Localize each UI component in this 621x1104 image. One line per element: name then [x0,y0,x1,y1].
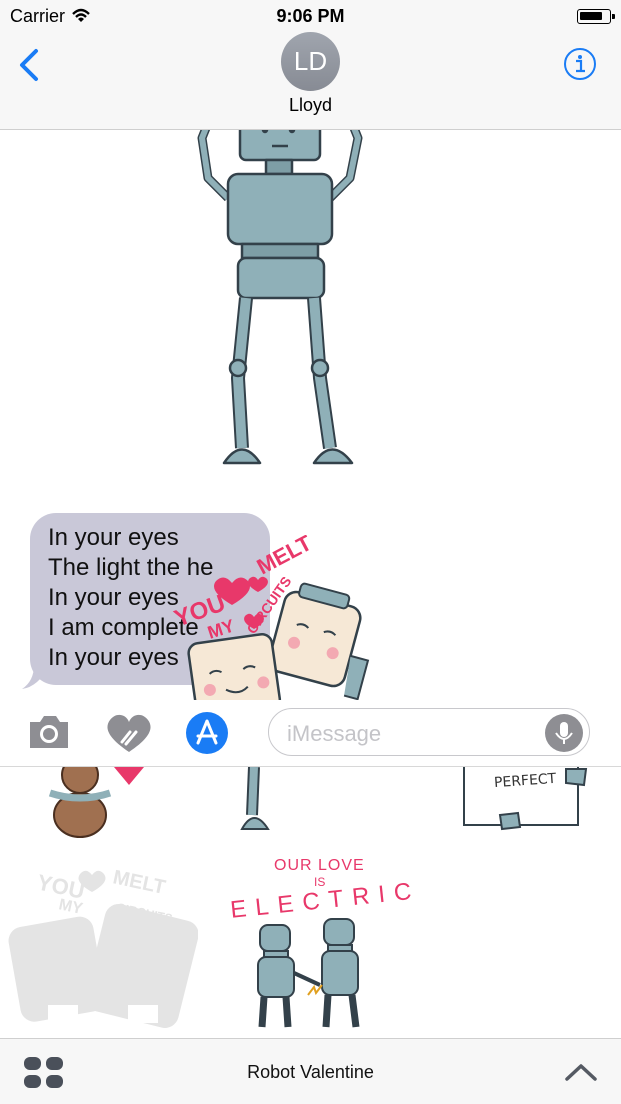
sticker-drawer: PERFECT YOU MELT MY CIRCUITS OUR LOVE IS… [0,766,621,1038]
contact-name[interactable]: Lloyd [0,95,621,116]
bubble-tail [22,665,50,689]
camera-icon[interactable] [26,714,72,750]
contact-avatar[interactable]: LD [281,32,340,91]
ghost-word-melt: MELT [111,866,167,899]
digital-touch-heart-icon[interactable] [104,712,154,754]
melt-my-circuits-sticker[interactable]: YOU MELT MY CIRCUITS [170,535,400,700]
robot-legs-sticker[interactable] [236,767,316,831]
messages-screen: In your eyes The light the he In your ey… [0,0,621,1104]
status-bar: Carrier 9:06 PM [0,0,621,32]
clock: 9:06 PM [276,5,345,26]
sticker-word-melt: MELT [253,535,317,579]
our-love-is-electric-sticker[interactable]: OUR LOVE IS ELECTRIC [222,855,422,1035]
sticker-app-title: Robot Valentine [247,1062,374,1082]
chevron-up-icon[interactable] [564,1061,598,1083]
back-chevron-icon[interactable] [14,48,44,82]
melt-circuits-sticker-placeholder[interactable]: YOU MELT MY CIRCUITS [8,855,198,1035]
carrier-label: Carrier [10,5,66,26]
teddy-bear-sticker[interactable] [40,767,150,839]
conversation-view[interactable]: In your eyes The light the he In your ey… [0,130,621,700]
imessage-placeholder: iMessage [287,721,382,746]
wifi-icon [72,8,90,22]
ghost-word-my: MY [57,896,84,918]
perfect-sign-sticker[interactable]: PERFECT [462,767,592,831]
battery-icon [577,8,615,24]
app-drawer-bar: Robot Valentine [0,1038,621,1104]
compose-bar: iMessage [0,700,621,766]
robot-arms-up-sticker[interactable] [180,130,380,488]
info-icon[interactable] [563,47,597,81]
app-store-icon[interactable] [186,712,228,754]
microphone-icon[interactable] [545,714,583,752]
imessage-input[interactable]: iMessage [268,708,590,756]
